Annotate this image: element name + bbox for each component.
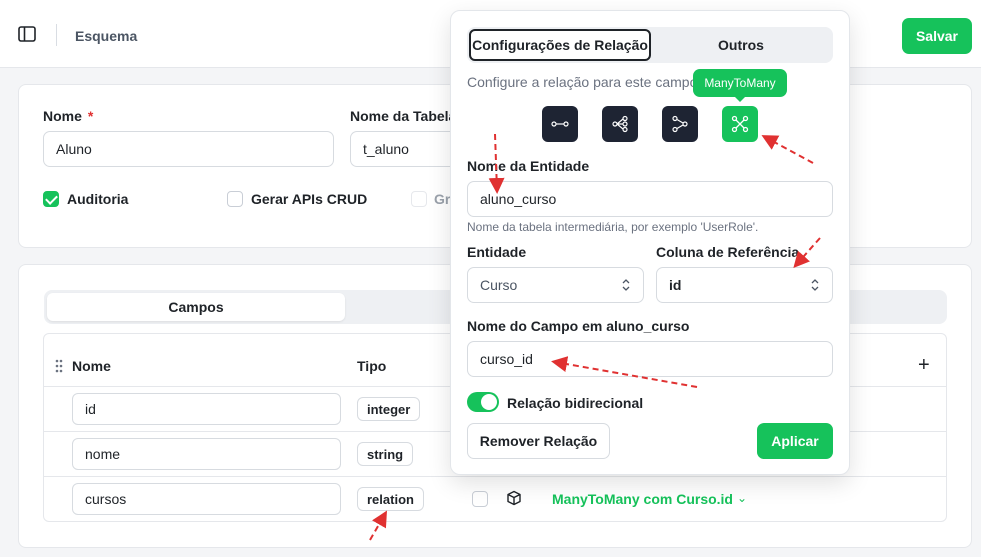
tab-relation-config[interactable]: Configurações de Relação	[469, 29, 651, 61]
generate-checkbox[interactable]	[411, 191, 427, 207]
many-to-one-icon	[672, 115, 688, 133]
header-divider	[56, 24, 57, 46]
select-chevron-icon	[622, 279, 630, 291]
junction-field-name-input[interactable]: curso_id	[467, 341, 833, 377]
target-entity-label: Entidade	[467, 244, 527, 260]
entity-name-input[interactable]: Aluno	[43, 131, 334, 167]
popover-hint: Configure a relação para este campo	[467, 74, 698, 90]
many-to-many-button[interactable]	[722, 106, 758, 142]
ref-column-select[interactable]: id	[656, 267, 833, 303]
apply-button[interactable]: Aplicar	[757, 423, 833, 459]
entity-name-help: Nome da tabela intermediária, por exempl…	[467, 220, 759, 234]
field-name-input[interactable]: nome	[72, 438, 341, 470]
many-to-many-icon	[731, 115, 749, 133]
field-name-input[interactable]: id	[72, 393, 341, 425]
target-entity-select[interactable]: Curso	[467, 267, 644, 303]
audit-checkbox[interactable]	[43, 191, 59, 207]
tab-others[interactable]: Outros	[651, 29, 831, 61]
remove-relation-button[interactable]: Remover Relação	[467, 423, 610, 459]
one-to-one-icon	[551, 121, 569, 127]
chevron-down-icon[interactable]: ⌄	[737, 491, 747, 505]
bidirectional-toggle[interactable]	[467, 392, 499, 412]
one-to-many-button[interactable]	[602, 106, 638, 142]
row-divider	[44, 476, 946, 477]
audit-label: Auditoria	[67, 191, 129, 207]
target-entity-value: Curso	[480, 277, 518, 293]
generate-label: Gr	[434, 191, 451, 207]
field-type-badge[interactable]: string	[357, 442, 414, 466]
many-to-one-button[interactable]	[662, 106, 698, 142]
column-header-type: Tipo	[357, 358, 387, 374]
bidirectional-label: Relação bidirecional	[507, 395, 644, 411]
junction-entity-name-input[interactable]: aluno_curso	[467, 181, 833, 217]
sidebar-toggle-icon[interactable]	[18, 26, 36, 42]
one-to-one-button[interactable]	[542, 106, 578, 142]
table-name-input[interactable]: t_aluno	[350, 131, 450, 167]
table-name-label: Nome da Tabela	[350, 108, 457, 124]
cube-icon[interactable]	[506, 490, 522, 506]
select-chevron-icon	[811, 279, 819, 291]
relation-type-tooltip: ManyToMany	[693, 69, 787, 102]
one-to-many-icon	[612, 115, 628, 133]
field-required-checkbox[interactable]	[472, 491, 488, 507]
tab-campos[interactable]: Campos	[47, 293, 345, 321]
entity-name-label: Nome da Entidade	[467, 158, 590, 174]
field-type-badge[interactable]: relation	[357, 487, 424, 511]
field-name-label: Nome do Campo em aluno_curso	[467, 318, 690, 334]
relation-summary-link[interactable]: ManyToMany com Curso.id	[552, 491, 733, 507]
add-field-icon[interactable]: +	[918, 354, 930, 377]
breadcrumb[interactable]: Esquema	[75, 28, 137, 44]
crud-checkbox[interactable]	[227, 191, 243, 207]
ref-column-value: id	[669, 277, 682, 293]
column-header-name: Nome	[72, 358, 111, 374]
drag-handle-icon[interactable]	[55, 359, 63, 373]
entity-name-label: Nome *	[43, 108, 94, 124]
ref-column-label: Coluna de Referência	[656, 244, 800, 260]
crud-label: Gerar APIs CRUD	[251, 191, 368, 207]
save-button[interactable]: Salvar	[902, 18, 972, 54]
field-type-badge[interactable]: integer	[357, 397, 421, 421]
field-name-input[interactable]: cursos	[72, 483, 341, 515]
